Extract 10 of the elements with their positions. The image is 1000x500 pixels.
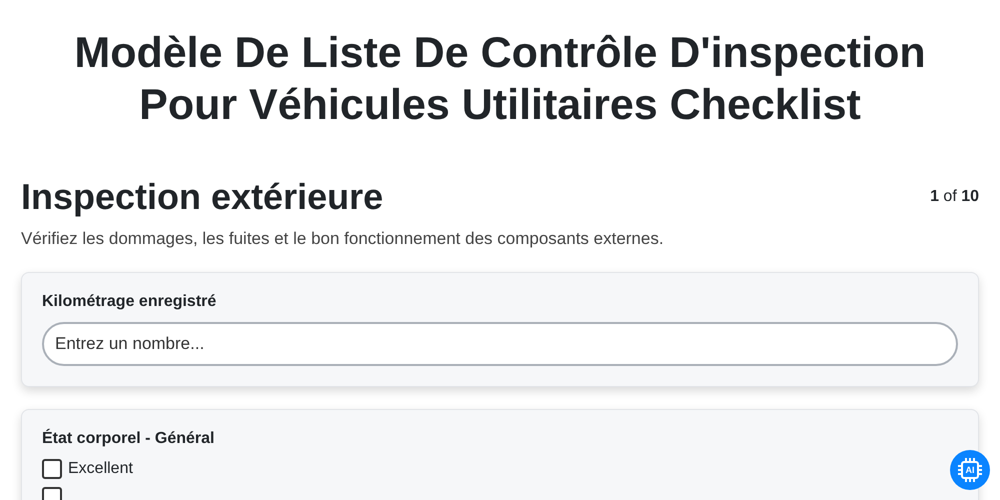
chip-icon [957,457,983,483]
section-title: Inspection extérieure [21,175,384,219]
input-field[interactable]: Entrez un nombre... [42,322,958,366]
section-description: Vérifiez les dommages, les fuites et le bon fonctionnement des composants externes. [21,229,665,249]
checkbox[interactable] [42,459,62,479]
page-counter: 1 of 10 [930,188,979,206]
option-label: Excellent [68,460,133,478]
question-label: Kilométrage enregistré [42,293,218,311]
question-label: État corporel - Général [42,430,216,448]
page-title: Modèle De Liste De Contrôle D'inspection Pour Véhicules Utilitaires Checklist [73,28,927,131]
